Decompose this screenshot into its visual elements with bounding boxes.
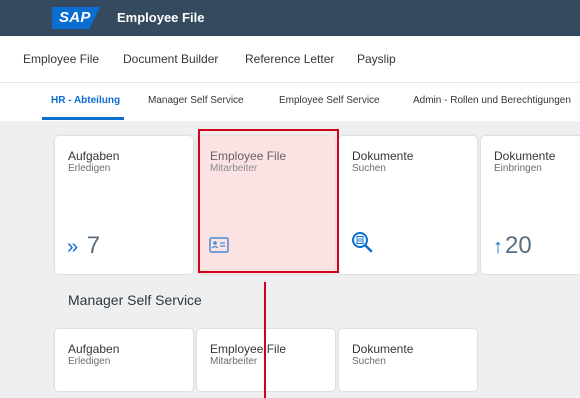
tile-title: Aufgaben xyxy=(68,149,120,163)
sap-logo[interactable]: SAP xyxy=(52,7,100,29)
active-tab-indicator xyxy=(42,117,124,120)
tab-admin-rollen[interactable]: Admin - Rollen und Berechtigungen xyxy=(413,95,571,106)
tile-count: ↑20 xyxy=(493,232,532,260)
tile-subtitle: Erledigen xyxy=(68,356,111,367)
tile-dokumente-einbringen[interactable]: Dokumente Einbringen ↑20 xyxy=(481,136,580,274)
menu-item-reference-letter[interactable]: Reference Letter xyxy=(245,52,334,66)
menu-item-employee-file[interactable]: Employee File xyxy=(23,52,99,66)
app-title: Employee File xyxy=(117,10,205,25)
tile-title: Aufgaben xyxy=(68,342,120,356)
tile-count-value: 7 xyxy=(86,232,101,259)
tile-aufgaben[interactable]: Aufgaben Erledigen xyxy=(55,329,193,391)
tile-subtitle: Einbringen xyxy=(494,163,542,174)
tile-subtitle: Mitarbeiter xyxy=(210,356,258,367)
menu-bar: Employee File Document Builder Reference… xyxy=(0,36,580,83)
menu-item-payslip[interactable]: Payslip xyxy=(357,52,396,66)
group-tab-bar: HR - Abteilung Manager Self Service Empl… xyxy=(0,83,580,121)
document-search-icon xyxy=(351,231,373,258)
tile-count-value: 20 xyxy=(505,232,532,259)
shell-bar: SAP Employee File xyxy=(0,0,580,36)
tile-dokumente-suchen[interactable]: Dokumente Suchen xyxy=(339,136,477,274)
logo-text: SAP xyxy=(59,9,91,26)
menu-item-document-builder[interactable]: Document Builder xyxy=(123,52,218,66)
tab-hr-abteilung[interactable]: HR - Abteilung xyxy=(51,95,120,106)
annotation-highlight-box xyxy=(198,129,339,273)
group-title-manager-self-service: Manager Self Service xyxy=(68,292,202,308)
tile-dokumente-suchen[interactable]: Dokumente Suchen xyxy=(339,329,477,391)
tile-title: Employee File xyxy=(210,342,287,356)
tile-aufgaben[interactable]: Aufgaben Erledigen » 7 xyxy=(55,136,193,274)
tile-subtitle: Erledigen xyxy=(68,163,111,174)
tab-manager-self-service[interactable]: Manager Self Service xyxy=(148,95,244,106)
tile-subtitle: Suchen xyxy=(352,163,386,174)
tile-title: Dokumente xyxy=(352,149,414,163)
tile-title: Dokumente xyxy=(494,149,556,163)
tile-subtitle: Suchen xyxy=(352,356,386,367)
annotation-pointer-line xyxy=(264,282,266,398)
tile-title: Dokumente xyxy=(352,342,414,356)
chevrons-right-icon: » xyxy=(67,236,79,258)
tab-employee-self-service[interactable]: Employee Self Service xyxy=(279,95,380,106)
tile-employee-file[interactable]: Employee File Mitarbeiter xyxy=(197,329,335,391)
upload-icon: ↑ xyxy=(493,236,503,258)
tile-count: » 7 xyxy=(67,232,100,260)
